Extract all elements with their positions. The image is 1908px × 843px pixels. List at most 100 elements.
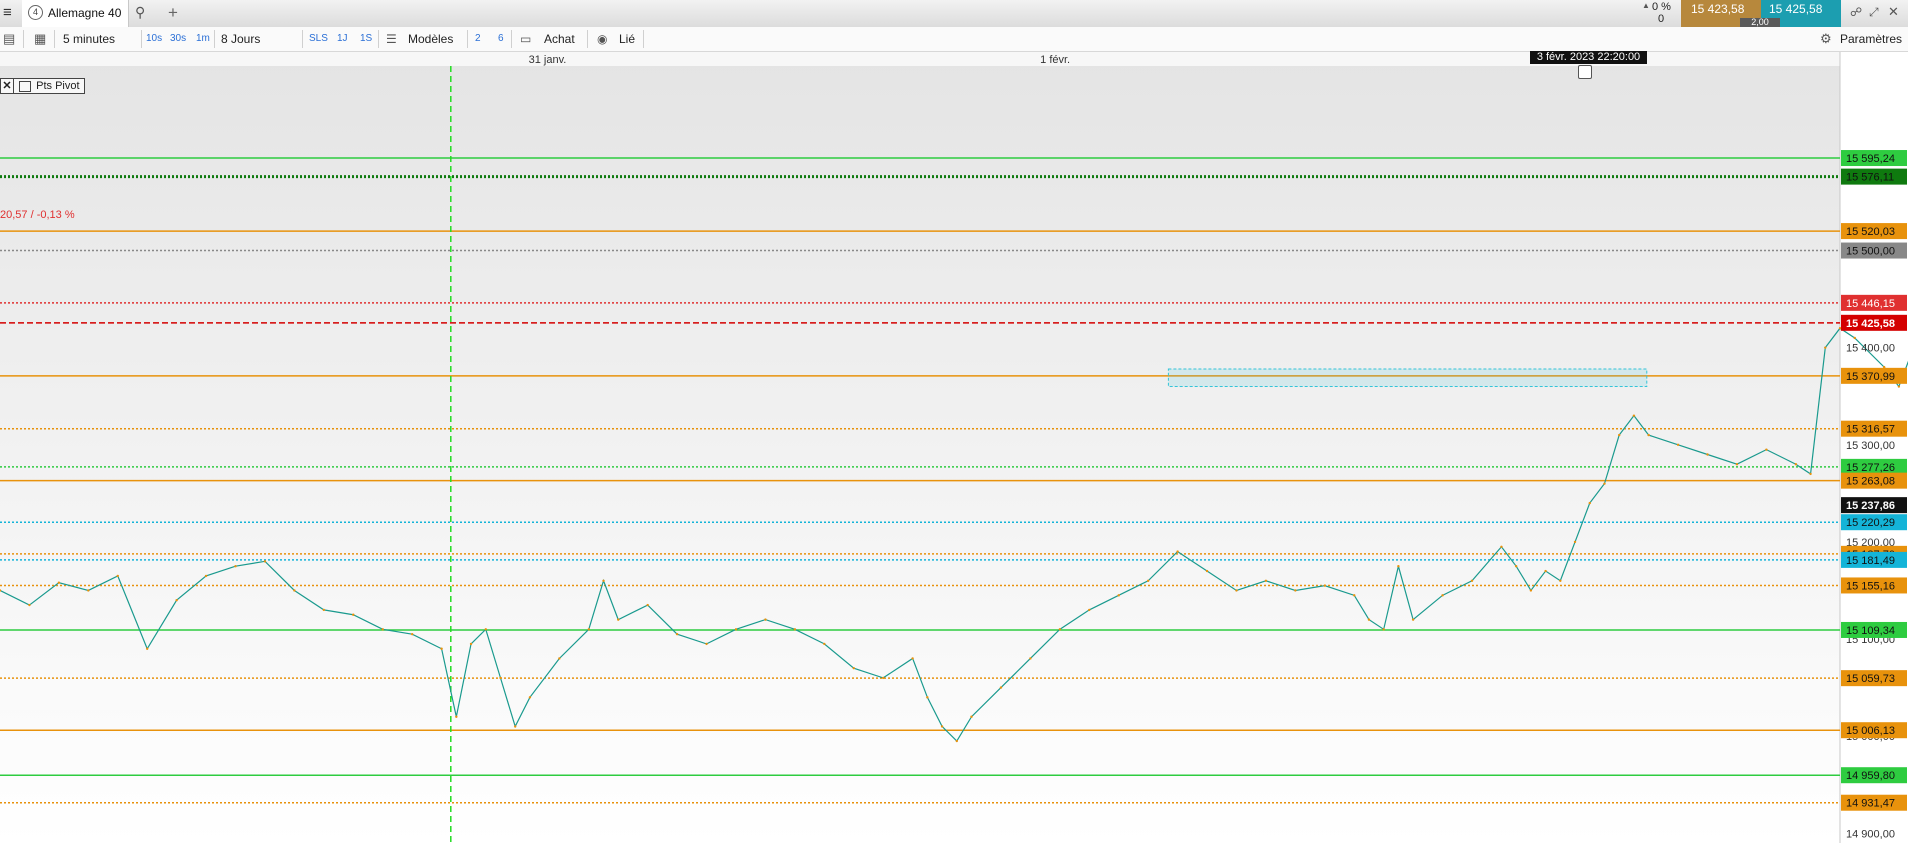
candles-icon[interactable]: ▭ bbox=[520, 27, 531, 51]
level-price-label: 15 370,99 bbox=[1846, 371, 1895, 383]
level-price-label: 15 006,13 bbox=[1846, 725, 1895, 737]
chart-canvas[interactable]: 31 janv.1 févr.2 févr.3 févr. 15 400,001… bbox=[0, 52, 1908, 843]
bid-price: 15 423,58 bbox=[1691, 2, 1745, 16]
period-1j-button[interactable]: 1J bbox=[337, 27, 348, 51]
level-price-label: 15 500,00 bbox=[1846, 246, 1895, 258]
price-point bbox=[146, 647, 149, 650]
settings-button[interactable]: Paramètres bbox=[1840, 27, 1902, 51]
price-point bbox=[1176, 550, 1179, 553]
add-tab-button[interactable]: + bbox=[168, 3, 178, 23]
price-point bbox=[705, 642, 708, 646]
time-axis-label: 31 janv. bbox=[529, 54, 567, 66]
pivot-indicator-panel[interactable]: ✕ Pts Pivot bbox=[0, 78, 85, 94]
chart-background bbox=[0, 52, 1840, 843]
level-price-label: 15 220,29 bbox=[1846, 517, 1895, 529]
price-point bbox=[440, 647, 443, 650]
separator bbox=[302, 30, 303, 48]
buy-button[interactable]: Achat bbox=[544, 27, 575, 51]
level-price-label: 15 263,08 bbox=[1846, 476, 1895, 488]
price-point bbox=[793, 628, 797, 631]
layout-icon[interactable]: ▦ bbox=[34, 27, 46, 51]
indicator-checkbox[interactable] bbox=[19, 80, 32, 92]
expand-icon[interactable]: ⤢ bbox=[1869, 5, 1879, 20]
price-point bbox=[1853, 336, 1856, 340]
price-change-block: ▲ 0 % 0 bbox=[1636, 0, 1681, 27]
price-point bbox=[116, 574, 119, 578]
time-axis-label: 1 févr. bbox=[1040, 54, 1070, 66]
price-point bbox=[1647, 433, 1650, 437]
price-point bbox=[926, 696, 929, 699]
level-price-label: 15 059,73 bbox=[1846, 673, 1895, 685]
price-point bbox=[455, 715, 458, 718]
chart-count-2-button[interactable]: 2 bbox=[475, 27, 481, 51]
price-point bbox=[1146, 579, 1150, 582]
price-point bbox=[970, 715, 973, 718]
interval-10s-button[interactable]: 10s bbox=[146, 27, 162, 51]
list-icon[interactable]: ▤ bbox=[3, 27, 15, 51]
price-point bbox=[1544, 569, 1547, 573]
level-price-label: 15 446,15 bbox=[1846, 298, 1895, 310]
linked-button[interactable]: Lié bbox=[619, 27, 635, 51]
price-point bbox=[999, 686, 1003, 689]
crosshair-time-text: 3 févr. 2023 22:20:00 bbox=[1536, 51, 1641, 63]
indicator-label: Pts Pivot bbox=[36, 80, 80, 92]
price-point bbox=[955, 739, 958, 743]
period-select[interactable]: 8 Jours bbox=[221, 27, 260, 51]
ask-price: 15 425,58 bbox=[1769, 2, 1823, 16]
separator bbox=[214, 30, 215, 48]
templates-button[interactable]: Modèles bbox=[408, 27, 453, 51]
price-point bbox=[1897, 385, 1901, 388]
price-point bbox=[381, 628, 384, 631]
price-point bbox=[587, 628, 590, 631]
change-label-text: 20,57 / -0,13 % bbox=[0, 209, 75, 221]
spread-badge: 2,00 bbox=[1740, 18, 1780, 27]
price-point bbox=[499, 676, 502, 680]
remove-indicator-icon[interactable]: ✕ bbox=[1, 79, 14, 93]
level-price-label: 14 959,80 bbox=[1846, 770, 1895, 782]
price-point bbox=[1559, 579, 1562, 582]
link-icon[interactable]: ☍ bbox=[1850, 5, 1862, 19]
price-point bbox=[823, 642, 826, 646]
separator bbox=[587, 30, 588, 48]
price-point bbox=[602, 579, 605, 582]
level-price-label: 14 931,47 bbox=[1846, 798, 1895, 810]
price-point bbox=[1470, 579, 1474, 582]
eye-icon[interactable]: ◉ bbox=[597, 27, 607, 51]
price-point bbox=[1353, 594, 1356, 597]
price-point bbox=[764, 618, 767, 621]
templates-icon[interactable]: ☰ bbox=[386, 27, 397, 51]
level-price-label: 15 237,86 bbox=[1846, 500, 1895, 512]
close-icon[interactable]: ✕ bbox=[1888, 4, 1899, 20]
level-price-label: 15 595,24 bbox=[1846, 153, 1895, 165]
price-point bbox=[469, 642, 473, 646]
period-1s-button[interactable]: 1S bbox=[360, 27, 372, 51]
settings-gear-icon[interactable]: ⚙ bbox=[1820, 27, 1832, 51]
price-point bbox=[882, 676, 885, 680]
price-chart[interactable]: 31 janv.1 févr.2 févr.3 févr. 15 400,001… bbox=[0, 51, 1908, 843]
price-point bbox=[1603, 482, 1606, 485]
level-price-label: 15 576,11 bbox=[1846, 172, 1894, 184]
chart-toolbar: ▤ ▦ 5 minutes 10s 30s 1m 8 Jours SLS 1J … bbox=[0, 27, 1908, 52]
search-icon[interactable]: ⚲ bbox=[135, 4, 145, 21]
price-point bbox=[484, 628, 487, 631]
price-point bbox=[1765, 448, 1768, 451]
interval-1m-button[interactable]: 1m bbox=[196, 27, 210, 51]
time-marker-icon[interactable] bbox=[1578, 65, 1592, 79]
price-point bbox=[514, 725, 517, 728]
period-sls-button[interactable]: SLS bbox=[309, 27, 328, 51]
price-axis-tick: 15 400,00 bbox=[1846, 343, 1895, 355]
separator bbox=[643, 30, 644, 48]
level-price-label: 15 316,57 bbox=[1846, 424, 1895, 436]
level-price-label: 15 109,34 bbox=[1846, 625, 1895, 637]
price-point bbox=[57, 581, 61, 584]
hamburger-menu-icon[interactable]: ≡ bbox=[3, 4, 17, 22]
price-point bbox=[1794, 463, 1798, 466]
interval-select[interactable]: 5 minutes bbox=[63, 27, 115, 51]
chart-count-6-button[interactable]: 6 bbox=[498, 27, 504, 51]
instrument-number-badge: 4 bbox=[28, 5, 43, 20]
price-point bbox=[1382, 628, 1385, 631]
price-point bbox=[1411, 618, 1415, 621]
instrument-tab[interactable]: 4 Allemagne 40 ⚲ bbox=[22, 0, 145, 27]
price-point bbox=[1676, 443, 1680, 446]
interval-30s-button[interactable]: 30s bbox=[170, 27, 186, 51]
